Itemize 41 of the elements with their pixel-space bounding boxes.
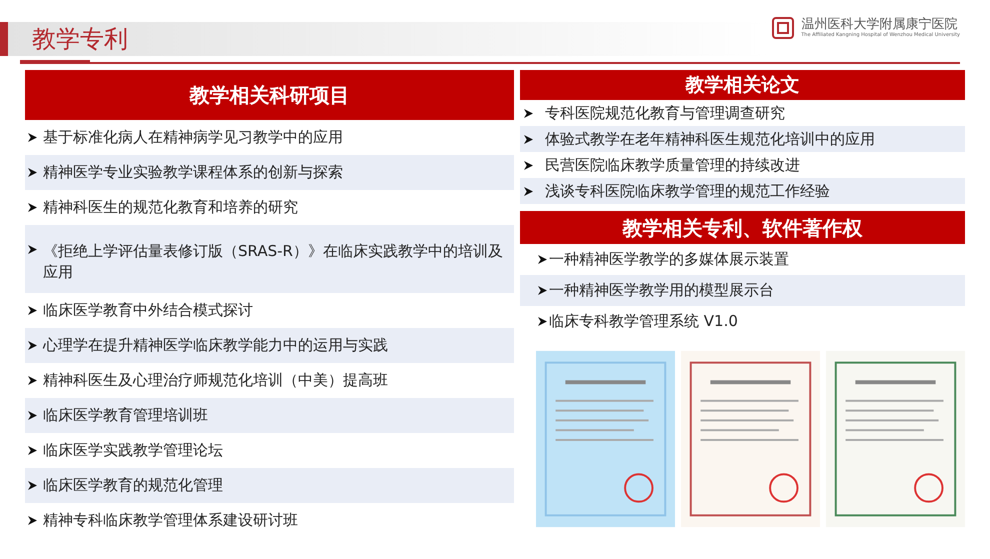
project-title: 临床医学实践教学管理论坛 xyxy=(43,440,223,461)
arrow-bullet-icon xyxy=(524,186,533,196)
arrow-bullet-icon xyxy=(524,134,533,144)
project-title: 精神科医生的规范化教育和培养的研究 xyxy=(43,197,298,218)
project-title: 精神医学专业实验教学课程体系的创新与探索 xyxy=(43,162,343,183)
arrow-bullet-icon xyxy=(28,446,37,455)
section-header: 教学相关论文 xyxy=(520,70,965,100)
project-title: 临床医学教育的规范化管理 xyxy=(43,475,223,496)
arrow-bullet-icon xyxy=(28,306,37,315)
page-title: 教学专利 xyxy=(32,24,128,55)
project-title: 《拒绝上学评估量表修订版（SRAS-R）》在临床实践教学中的培训及应用 xyxy=(43,241,504,283)
paper-title: 专科医院规范化教育与管理调查研究 xyxy=(545,102,785,124)
arrow-bullet-icon xyxy=(28,168,37,177)
arrow-bullet-icon xyxy=(524,108,533,118)
arrow-bullet-icon xyxy=(538,255,547,264)
project-title: 精神专科临床教学管理体系建设研讨班 xyxy=(43,510,298,531)
paper-title: 民营医院临床教学质量管理的持续改进 xyxy=(545,154,800,176)
paper-title: 浅谈专科医院临床教学管理的规范工作经验 xyxy=(545,180,830,202)
project-title: 心理学在提升精神医学临床教学能力中的运用与实践 xyxy=(43,335,388,356)
arrow-bullet-icon xyxy=(538,286,547,295)
arrow-bullet-icon xyxy=(28,341,37,350)
arrow-bullet-icon xyxy=(524,160,533,170)
patent-title: 临床专科教学管理系统 V1.0 xyxy=(549,311,738,332)
section-header: 教学相关专利、软件著作权 xyxy=(520,211,965,244)
arrow-bullet-icon xyxy=(28,245,37,254)
arrow-bullet-icon xyxy=(28,481,37,490)
arrow-bullet-icon xyxy=(538,317,547,326)
arrow-bullet-icon xyxy=(28,203,37,212)
patent-title: 一种精神医学教学用的模型展示台 xyxy=(549,280,774,302)
hospital-name: 温州医科大学附属康宁医院 xyxy=(801,17,958,32)
arrow-bullet-icon xyxy=(28,516,37,525)
project-title: 基于标准化病人在精神病学见习教学中的应用 xyxy=(43,127,343,148)
project-title: 临床医学教育管理培训班 xyxy=(43,405,208,426)
project-title: 精神科医生及心理治疗师规范化培训（中美）提高班 xyxy=(43,370,388,391)
arrow-bullet-icon xyxy=(28,411,37,420)
arrow-bullet-icon xyxy=(28,376,37,385)
paper-title: 体验式教学在老年精神科医生规范化培训中的应用 xyxy=(545,128,875,150)
patent-title: 一种精神医学教学的多媒体展示装置 xyxy=(549,249,789,270)
arrow-bullet-icon xyxy=(28,133,37,142)
project-title: 临床医学教育中外结合模式探讨 xyxy=(43,300,253,321)
section-header: 教学相关科研项目 xyxy=(25,70,514,120)
